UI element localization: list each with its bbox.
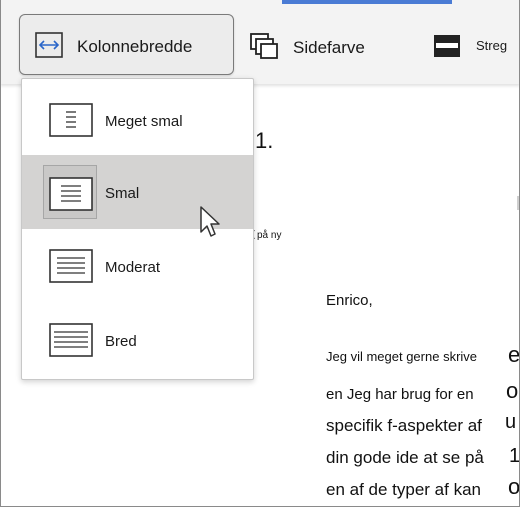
window-frame: [0, 0, 520, 507]
